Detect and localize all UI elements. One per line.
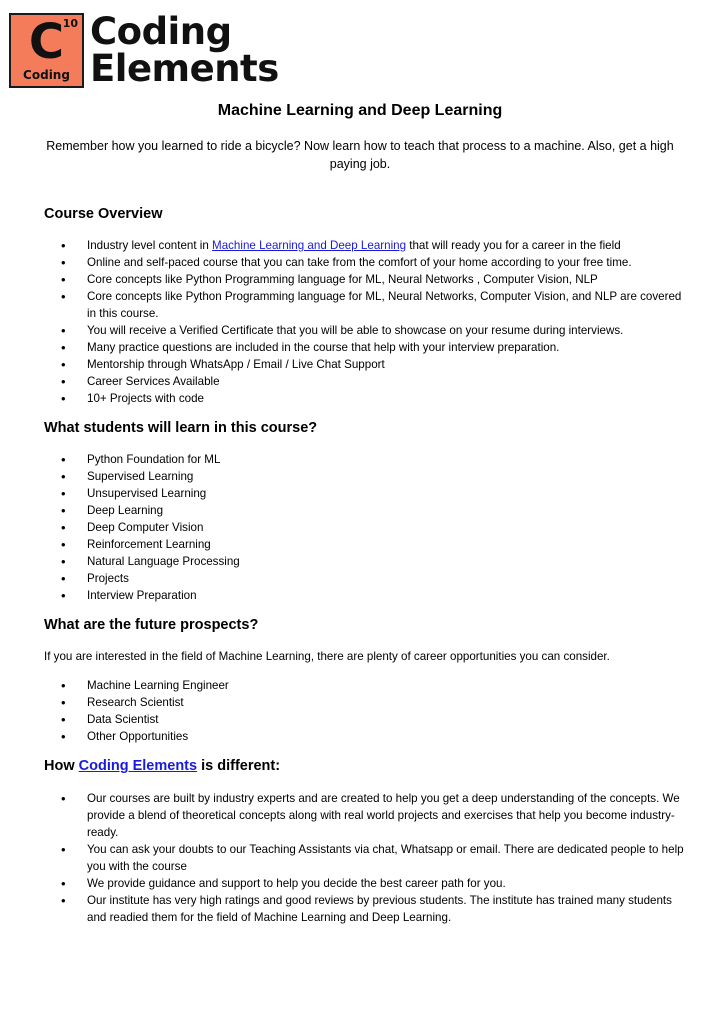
list-item: You will receive a Verified Certificate … [44,322,684,339]
intro-paragraph: Remember how you learned to ride a bicyc… [46,139,674,171]
different-list: Our courses are built by industry expert… [44,790,684,926]
list-item: Reinforcement Learning [44,536,684,553]
list-item: Online and self-paced course that you ca… [44,254,684,271]
list-item: Data Scientist [44,711,684,728]
different-heading: How Coding Elements is different: [44,758,281,774]
list-item: Many practice questions are included in … [44,339,684,356]
list-item: Machine Learning Engineer [44,677,684,694]
list-item: Interview Preparation [44,587,684,604]
list-item: Our institute has very high ratings and … [44,892,684,926]
prospects-list: Machine Learning Engineer Research Scien… [44,677,684,745]
list-item: Deep Computer Vision [44,519,684,536]
list-item: Core concepts like Python Programming la… [44,271,684,288]
wordmark-line-1: Coding [90,10,232,53]
page-title: Machine Learning and Deep Learning [217,102,503,119]
list-item: Other Opportunities [44,728,684,745]
list-item: You can ask your doubts to our Teaching … [44,841,684,875]
list-item: Python Foundation for ML [44,451,684,468]
list-item: Supervised Learning [44,468,684,485]
coding-elements-logo: 10 C Coding Coding Elements [9,13,279,88]
list-item: We provide guidance and support to help … [44,875,684,892]
list-item: Career Services Available [44,373,684,390]
list-item: Our courses are built by industry expert… [44,790,684,841]
list-item: 10+ Projects with code [44,390,684,407]
learn-heading: What students will learn in this course? [44,420,318,436]
prospects-paragraph: If you are interested in the field of Ma… [44,650,610,663]
list-item: Natural Language Processing [44,553,684,570]
prospects-heading: What are the future prospects? [44,617,259,633]
ml-dl-link[interactable]: Machine Learning and Deep Learning [212,239,406,252]
logo-wordmark: Coding Elements [90,13,279,87]
course-overview-list: Industry level content in Machine Learni… [44,237,684,407]
wordmark-line-2: Elements [90,47,279,90]
element-letter: C [28,14,65,70]
list-item: Deep Learning [44,502,684,519]
element-name: Coding [23,68,70,82]
list-item: Industry level content in Machine Learni… [44,237,684,254]
learn-list: Python Foundation for ML Supervised Lear… [44,451,684,604]
coding-elements-link[interactable]: Coding Elements [79,758,197,774]
element-tile-icon: 10 C Coding [9,13,84,88]
course-overview-heading: Course Overview [44,206,163,222]
list-item: Projects [44,570,684,587]
list-item: Core concepts like Python Programming la… [44,288,684,322]
list-item: Research Scientist [44,694,684,711]
list-item: Mentorship through WhatsApp / Email / Li… [44,356,684,373]
list-item: Unsupervised Learning [44,485,684,502]
